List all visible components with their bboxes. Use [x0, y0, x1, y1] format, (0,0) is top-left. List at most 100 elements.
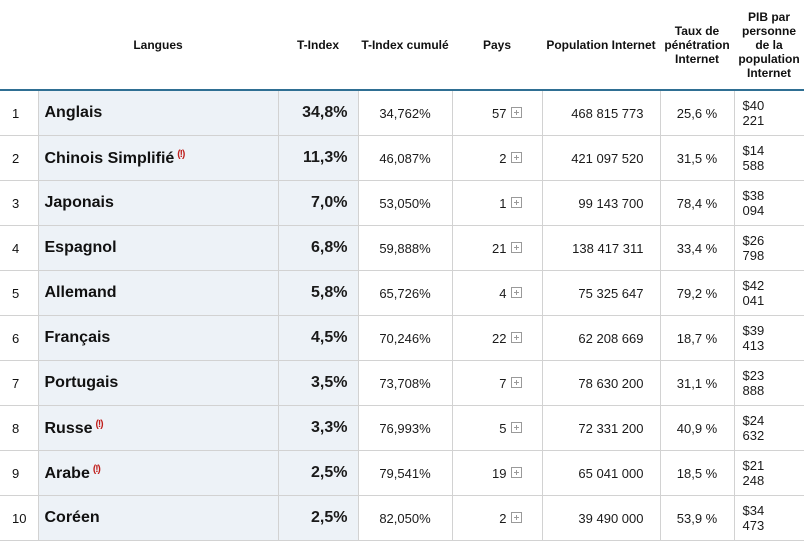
tindex-cell: 11,3% — [277, 135, 358, 181]
expand-plus-icon[interactable] — [510, 196, 522, 208]
tindex-cell: 7,0% — [277, 180, 358, 226]
rank-value: 5 — [12, 285, 20, 301]
expand-plus-icon[interactable] — [510, 421, 522, 433]
tindex-cumule-value: 82,050% — [379, 510, 431, 526]
pib-cell: $42 041 — [733, 270, 804, 316]
expand-plus-icon[interactable] — [510, 331, 522, 343]
pib-value-line1: $21 — [742, 458, 765, 473]
languages-table: Langues T-Index T-Index cumulé Pays Popu… — [0, 0, 804, 541]
header-tindex[interactable]: T-Index — [278, 0, 358, 91]
taux-cell: 40,9 % — [659, 405, 734, 451]
tindex-cumule-value: 76,993% — [379, 420, 431, 436]
population-value: 62 208 669 — [578, 330, 644, 346]
table-row: 7 Portugais 3,5% 73,708% 7 78 630 200 31… — [0, 360, 804, 406]
taux-value: 33,4 % — [676, 240, 718, 256]
population-cell: 78 630 200 — [541, 360, 660, 406]
taux-value: 79,2 % — [676, 285, 718, 301]
population-cell: 421 097 520 — [541, 135, 660, 181]
rank-cell: 7 — [0, 360, 38, 406]
tindex-cumule-value: 79,541% — [379, 465, 431, 481]
language-name: Espagnol — [44, 239, 117, 256]
warning-mark[interactable]: (!) — [177, 149, 185, 160]
expand-plus-icon[interactable] — [510, 286, 522, 298]
header-row: Langues T-Index T-Index cumulé Pays Popu… — [0, 0, 804, 91]
language-cell: Arabe (!) — [37, 450, 278, 496]
tindex-cumule-value: 65,726% — [379, 285, 431, 301]
expand-plus-icon[interactable] — [510, 376, 522, 388]
taux-cell: 31,1 % — [659, 360, 734, 406]
taux-value: 31,5 % — [676, 150, 718, 166]
language-name: Coréen — [44, 509, 100, 526]
pib-cell: $23 888 — [733, 360, 804, 406]
table-row: 5 Allemand 5,8% 65,726% 4 75 325 647 79,… — [0, 270, 804, 316]
expand-plus-icon[interactable] — [510, 106, 522, 118]
population-cell: 39 490 000 — [541, 495, 660, 541]
language-cell: Coréen — [37, 495, 278, 541]
population-value: 65 041 000 — [578, 465, 644, 481]
rank-value: 3 — [12, 195, 20, 211]
pays-cell: 2 — [451, 135, 542, 181]
tindex-cumule-cell: 65,726% — [357, 270, 452, 316]
population-cell: 75 325 647 — [541, 270, 660, 316]
header-langues[interactable]: Langues — [38, 0, 278, 91]
pays-cell: 4 — [451, 270, 542, 316]
rank-cell: 3 — [0, 180, 38, 226]
tindex-cumule-cell: 76,993% — [357, 405, 452, 451]
pib-value-line1: $39 — [742, 323, 765, 338]
pays-value: 21 — [492, 240, 507, 256]
tindex-cell: 34,8% — [277, 90, 358, 136]
table-row: 2 Chinois Simplifié (!) 11,3% 46,087% 2 4… — [0, 135, 804, 181]
language-name: Japonais — [44, 194, 114, 211]
population-cell: 65 041 000 — [541, 450, 660, 496]
pays-value: 2 — [499, 150, 507, 166]
language-name: Anglais — [44, 104, 103, 121]
header-pays[interactable]: Pays — [452, 0, 542, 91]
tindex-cumule-value: 34,762% — [379, 105, 431, 121]
pib-value-line2: 588 — [742, 158, 765, 173]
expand-plus-icon[interactable] — [510, 466, 522, 478]
population-value: 78 630 200 — [578, 375, 644, 391]
pib-cell: $14 588 — [733, 135, 804, 181]
pays-cell: 1 — [451, 180, 542, 226]
table-row: 3 Japonais 7,0% 53,050% 1 99 143 700 78,… — [0, 180, 804, 226]
tindex-cell: 2,5% — [277, 495, 358, 541]
rank-cell: 6 — [0, 315, 38, 361]
tindex-value: 11,3% — [303, 149, 348, 166]
rank-value: 7 — [12, 375, 20, 391]
pib-cell: $24 632 — [733, 405, 804, 451]
tindex-cumule-value: 70,246% — [379, 330, 431, 346]
population-value: 421 097 520 — [571, 150, 644, 166]
header-tindex-cumule[interactable]: T-Index cumulé — [358, 0, 452, 91]
pib-value-line1: $40 — [742, 98, 765, 113]
header-population[interactable]: Population Internet — [542, 0, 660, 91]
pib-value-line2: 413 — [742, 338, 765, 353]
pib-cell: $26 798 — [733, 225, 804, 271]
header-pib[interactable]: PIB par personne de la population Intern… — [734, 0, 804, 91]
header-taux[interactable]: Taux de pénétration Internet — [660, 0, 734, 91]
language-name: Russe — [44, 419, 93, 437]
language-cell: Chinois Simplifié (!) — [37, 135, 278, 181]
pays-value: 2 — [499, 510, 507, 526]
warning-mark[interactable]: (!) — [93, 464, 101, 475]
language-cell: Français — [37, 315, 278, 361]
table-row: 1 Anglais 34,8% 34,762% 57 468 815 773 2… — [0, 90, 804, 136]
language-name: Français — [44, 329, 111, 346]
rank-value: 10 — [12, 510, 27, 526]
language-name: Allemand — [44, 284, 117, 301]
pays-value: 7 — [499, 375, 507, 391]
expand-plus-icon[interactable] — [510, 511, 522, 523]
pays-cell: 5 — [451, 405, 542, 451]
expand-plus-icon[interactable] — [510, 151, 522, 163]
pays-value: 1 — [499, 195, 507, 211]
pib-value-line2: 632 — [742, 428, 765, 443]
expand-plus-icon[interactable] — [510, 241, 522, 253]
pib-value-line2: 041 — [742, 293, 765, 308]
language-name: Arabe — [44, 464, 90, 482]
tindex-cell: 5,8% — [277, 270, 358, 316]
tindex-cumule-value: 73,708% — [379, 375, 431, 391]
tindex-cumule-cell: 79,541% — [357, 450, 452, 496]
warning-mark[interactable]: (!) — [96, 419, 104, 430]
tindex-value: 3,5% — [311, 374, 348, 391]
pib-value-line1: $26 — [742, 233, 765, 248]
pays-cell: 2 — [451, 495, 542, 541]
